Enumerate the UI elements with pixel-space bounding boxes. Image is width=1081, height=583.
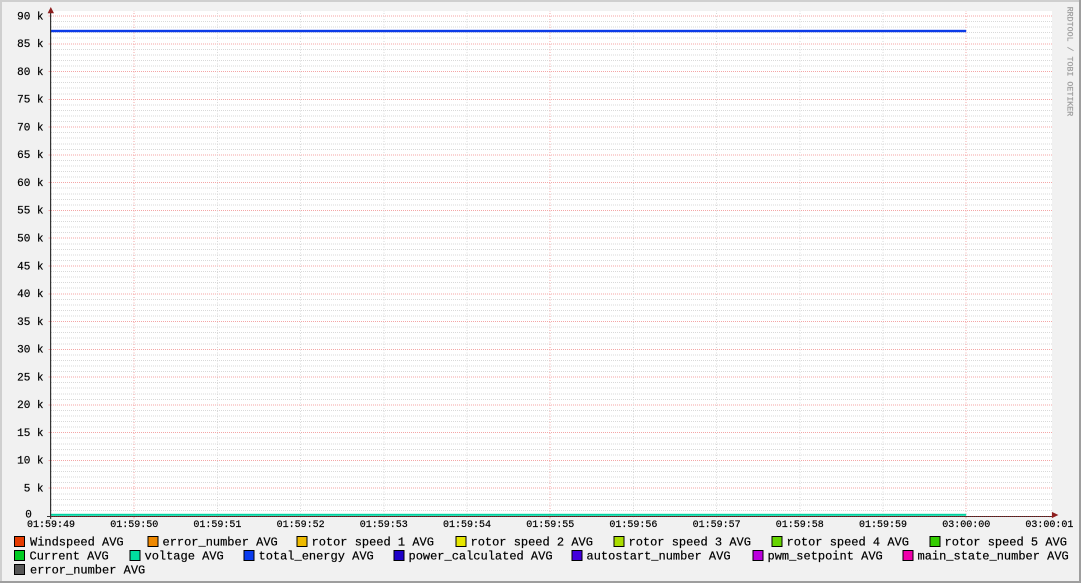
svg-text:40 k: 40 k bbox=[17, 289, 44, 301]
svg-text:rotor speed 2 AVG: rotor speed 2 AVG bbox=[471, 536, 593, 550]
svg-text:10 k: 10 k bbox=[17, 456, 44, 468]
svg-text:01:59:53: 01:59:53 bbox=[360, 520, 408, 531]
svg-text:01:59:55: 01:59:55 bbox=[526, 520, 574, 531]
svg-text:01:59:59: 01:59:59 bbox=[859, 520, 907, 531]
svg-text:35 k: 35 k bbox=[17, 317, 44, 329]
svg-text:rotor speed 5 AVG: rotor speed 5 AVG bbox=[945, 536, 1067, 550]
svg-text:01:59:49: 01:59:49 bbox=[27, 520, 75, 531]
svg-text:45 k: 45 k bbox=[17, 261, 44, 273]
svg-text:error_number AVG: error_number AVG bbox=[30, 564, 145, 578]
svg-text:voltage AVG: voltage AVG bbox=[145, 550, 224, 564]
svg-text:rotor speed 1 AVG: rotor speed 1 AVG bbox=[312, 536, 434, 550]
svg-text:30 k: 30 k bbox=[17, 345, 44, 357]
svg-text:01:59:58: 01:59:58 bbox=[776, 520, 824, 531]
svg-text:rotor speed 4 AVG: rotor speed 4 AVG bbox=[787, 536, 909, 550]
svg-text:01:59:54: 01:59:54 bbox=[443, 520, 491, 531]
svg-text:15 k: 15 k bbox=[17, 428, 44, 440]
svg-text:Current AVG: Current AVG bbox=[30, 550, 109, 564]
svg-text:90 k: 90 k bbox=[17, 11, 44, 23]
svg-text:03:00:01: 03:00:01 bbox=[1025, 520, 1073, 531]
svg-text:5 k: 5 k bbox=[24, 484, 44, 496]
svg-text:RRDTOOL / TOBI OETIKER: RRDTOOL / TOBI OETIKER bbox=[1065, 7, 1075, 117]
svg-text:75 k: 75 k bbox=[17, 95, 44, 107]
svg-text:error_number AVG: error_number AVG bbox=[163, 536, 278, 550]
svg-text:Windspeed AVG: Windspeed AVG bbox=[30, 536, 124, 550]
svg-text:65 k: 65 k bbox=[17, 150, 44, 162]
svg-text:60 k: 60 k bbox=[17, 178, 44, 190]
svg-text:power_calculated AVG: power_calculated AVG bbox=[409, 550, 553, 564]
svg-text:rotor speed 3 AVG: rotor speed 3 AVG bbox=[629, 536, 751, 550]
svg-text:pwm_setpoint AVG: pwm_setpoint AVG bbox=[768, 550, 883, 564]
svg-text:50 k: 50 k bbox=[17, 234, 44, 246]
svg-text:03:00:00: 03:00:00 bbox=[942, 520, 990, 531]
svg-text:main_state_number AVG: main_state_number AVG bbox=[918, 550, 1069, 564]
svg-text:01:59:52: 01:59:52 bbox=[277, 520, 325, 531]
svg-text:80 k: 80 k bbox=[17, 67, 44, 79]
svg-text:autostart_number AVG: autostart_number AVG bbox=[587, 550, 731, 564]
svg-text:55 k: 55 k bbox=[17, 206, 44, 218]
svg-text:70 k: 70 k bbox=[17, 122, 44, 134]
svg-text:01:59:57: 01:59:57 bbox=[693, 520, 741, 531]
svg-text:01:59:56: 01:59:56 bbox=[609, 520, 657, 531]
svg-text:25 k: 25 k bbox=[17, 372, 44, 384]
svg-text:85 k: 85 k bbox=[17, 39, 44, 51]
svg-text:01:59:51: 01:59:51 bbox=[193, 520, 241, 531]
svg-text:total_energy AVG: total_energy AVG bbox=[259, 550, 374, 564]
svg-text:20 k: 20 k bbox=[17, 400, 44, 412]
svg-text:01:59:50: 01:59:50 bbox=[110, 520, 158, 531]
